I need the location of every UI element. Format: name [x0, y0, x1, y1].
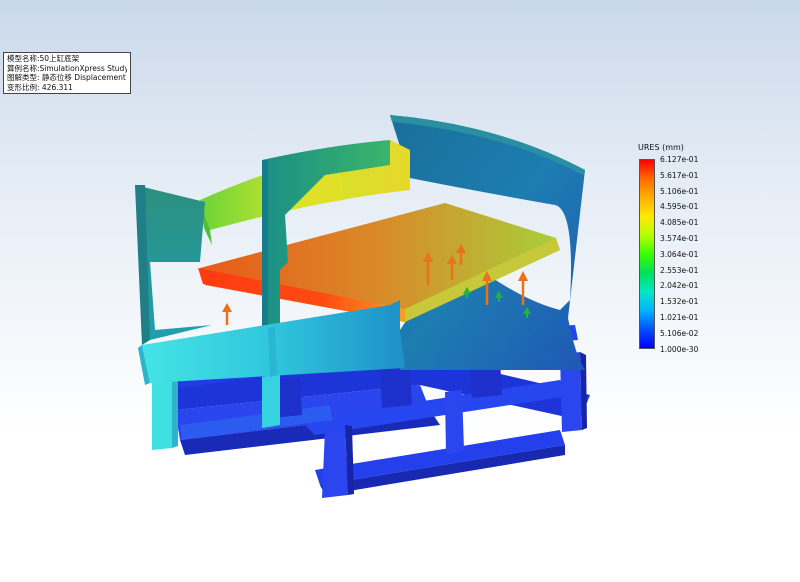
legend-value: 2.553e-01 — [660, 265, 699, 275]
legend-value: 5.106e-02 — [660, 328, 699, 338]
legend-value: 4.595e-01 — [660, 202, 699, 212]
legend-value: 6.127e-01 — [660, 155, 699, 164]
color-scale-bar — [639, 159, 655, 349]
legend-value: 5.617e-01 — [660, 170, 699, 180]
legend-value: 5.106e-01 — [660, 186, 699, 196]
legend-title: URES (mm) — [638, 143, 684, 152]
arrow-up-icon — [222, 303, 232, 325]
left-side-frame — [135, 185, 212, 345]
legend-value: 1.000e-30 — [660, 344, 699, 354]
legend-value: 3.064e-01 — [660, 249, 699, 259]
legend-value: 3.574e-01 — [660, 234, 699, 243]
legend-labels: 6.127e-01 5.617e-01 5.106e-01 4.595e-01 … — [660, 155, 720, 355]
legend-value: 2.042e-01 — [660, 281, 699, 291]
legend-value: 1.532e-01 — [660, 297, 699, 307]
legend-value: 4.085e-01 — [660, 218, 699, 228]
legend-value: 1.021e-01 — [660, 313, 699, 322]
